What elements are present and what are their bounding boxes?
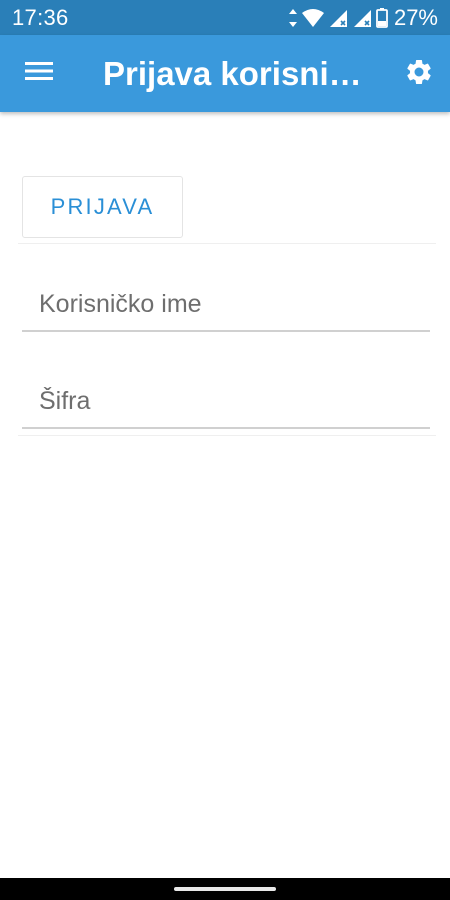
- divider: [18, 435, 436, 436]
- gear-icon: [404, 57, 434, 92]
- navigation-bar: [0, 878, 450, 900]
- signal-icon-1: [328, 8, 348, 28]
- status-bar: 17:36 27%: [0, 0, 450, 35]
- home-gesture-handle[interactable]: [174, 887, 276, 891]
- divider: [18, 243, 436, 244]
- status-icons: 27%: [288, 5, 438, 31]
- username-input[interactable]: [22, 268, 430, 330]
- login-button[interactable]: PRIJAVA: [22, 176, 183, 238]
- settings-button[interactable]: [398, 53, 440, 95]
- battery-icon: [376, 7, 388, 28]
- battery-percent: 27%: [393, 4, 438, 30]
- username-field[interactable]: [22, 268, 430, 332]
- signal-icon-2: [352, 8, 372, 28]
- screen: 17:36 27% Prijava korisni… PRIJAVA Koris…: [0, 0, 450, 900]
- status-time: 17:36: [12, 4, 69, 30]
- data-transfer-icon: [288, 8, 298, 28]
- hamburger-menu-icon: [25, 61, 53, 86]
- wifi-icon: [301, 8, 324, 28]
- password-input[interactable]: [22, 365, 430, 427]
- app-bar: Prijava korisni…: [0, 35, 450, 112]
- password-field[interactable]: [22, 365, 430, 429]
- menu-button[interactable]: [14, 53, 64, 93]
- page-title: Prijava korisni…: [103, 55, 362, 92]
